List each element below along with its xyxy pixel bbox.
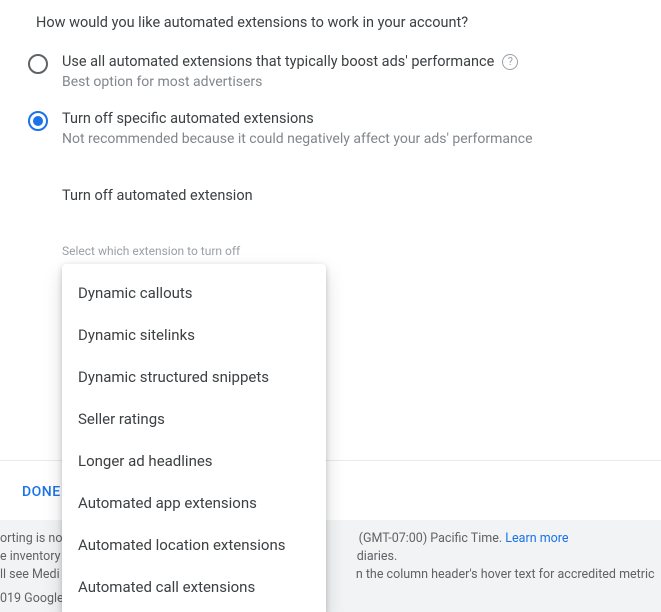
turn-off-section-heading: Turn off automated extension — [0, 163, 661, 204]
dropdown-item-automated-location-extensions[interactable]: Automated location extensions — [62, 524, 326, 566]
radio-unchecked-icon — [28, 54, 48, 74]
dropdown-item-dynamic-callouts[interactable]: Dynamic callouts — [62, 272, 326, 314]
radio-option-use-all-sub: Best option for most advertisers — [62, 74, 518, 90]
footer-text: (GMT-07:00) Pacific Time. — [359, 531, 506, 546]
dropdown-item-seller-ratings[interactable]: Seller ratings — [62, 398, 326, 440]
footer-copyright: 019 Google — [0, 591, 64, 606]
footer-text: ll see Medi — [0, 567, 60, 582]
radio-option-turn-off[interactable]: Turn off specific automated extensions N… — [0, 106, 661, 163]
dropdown-item-dynamic-sitelinks[interactable]: Dynamic sitelinks — [62, 314, 326, 356]
done-button[interactable]: DONE — [18, 478, 65, 506]
dropdown-item-longer-ad-headlines[interactable]: Longer ad headlines — [62, 440, 326, 482]
footer-text: orting is no — [0, 531, 62, 546]
help-icon[interactable]: ? — [502, 54, 518, 70]
footer-text: diaries. — [357, 549, 398, 564]
dropdown-item-dynamic-structured-snippets[interactable]: Dynamic structured snippets — [62, 356, 326, 398]
footer-text: n the column header's hover text for acc… — [356, 567, 655, 582]
dropdown-item-automated-app-extensions[interactable]: Automated app extensions — [62, 482, 326, 524]
footer-text: e inventory — [0, 549, 64, 564]
radio-checked-icon — [28, 111, 48, 131]
extension-select-label: Select which extension to turn off — [62, 244, 661, 258]
radio-option-turn-off-sub: Not recommended because it could negativ… — [62, 131, 533, 147]
extension-dropdown[interactable]: Dynamic callouts Dynamic sitelinks Dynam… — [62, 264, 326, 612]
learn-more-link[interactable]: Learn more — [505, 531, 568, 546]
question-heading: How would you like automated extensions … — [0, 0, 661, 49]
radio-option-use-all[interactable]: Use all automated extensions that typica… — [0, 49, 661, 106]
dropdown-item-automated-call-extensions[interactable]: Automated call extensions — [62, 566, 326, 608]
radio-option-use-all-label: Use all automated extensions that typica… — [62, 53, 518, 70]
radio-option-turn-off-label: Turn off specific automated extensions — [62, 110, 533, 127]
